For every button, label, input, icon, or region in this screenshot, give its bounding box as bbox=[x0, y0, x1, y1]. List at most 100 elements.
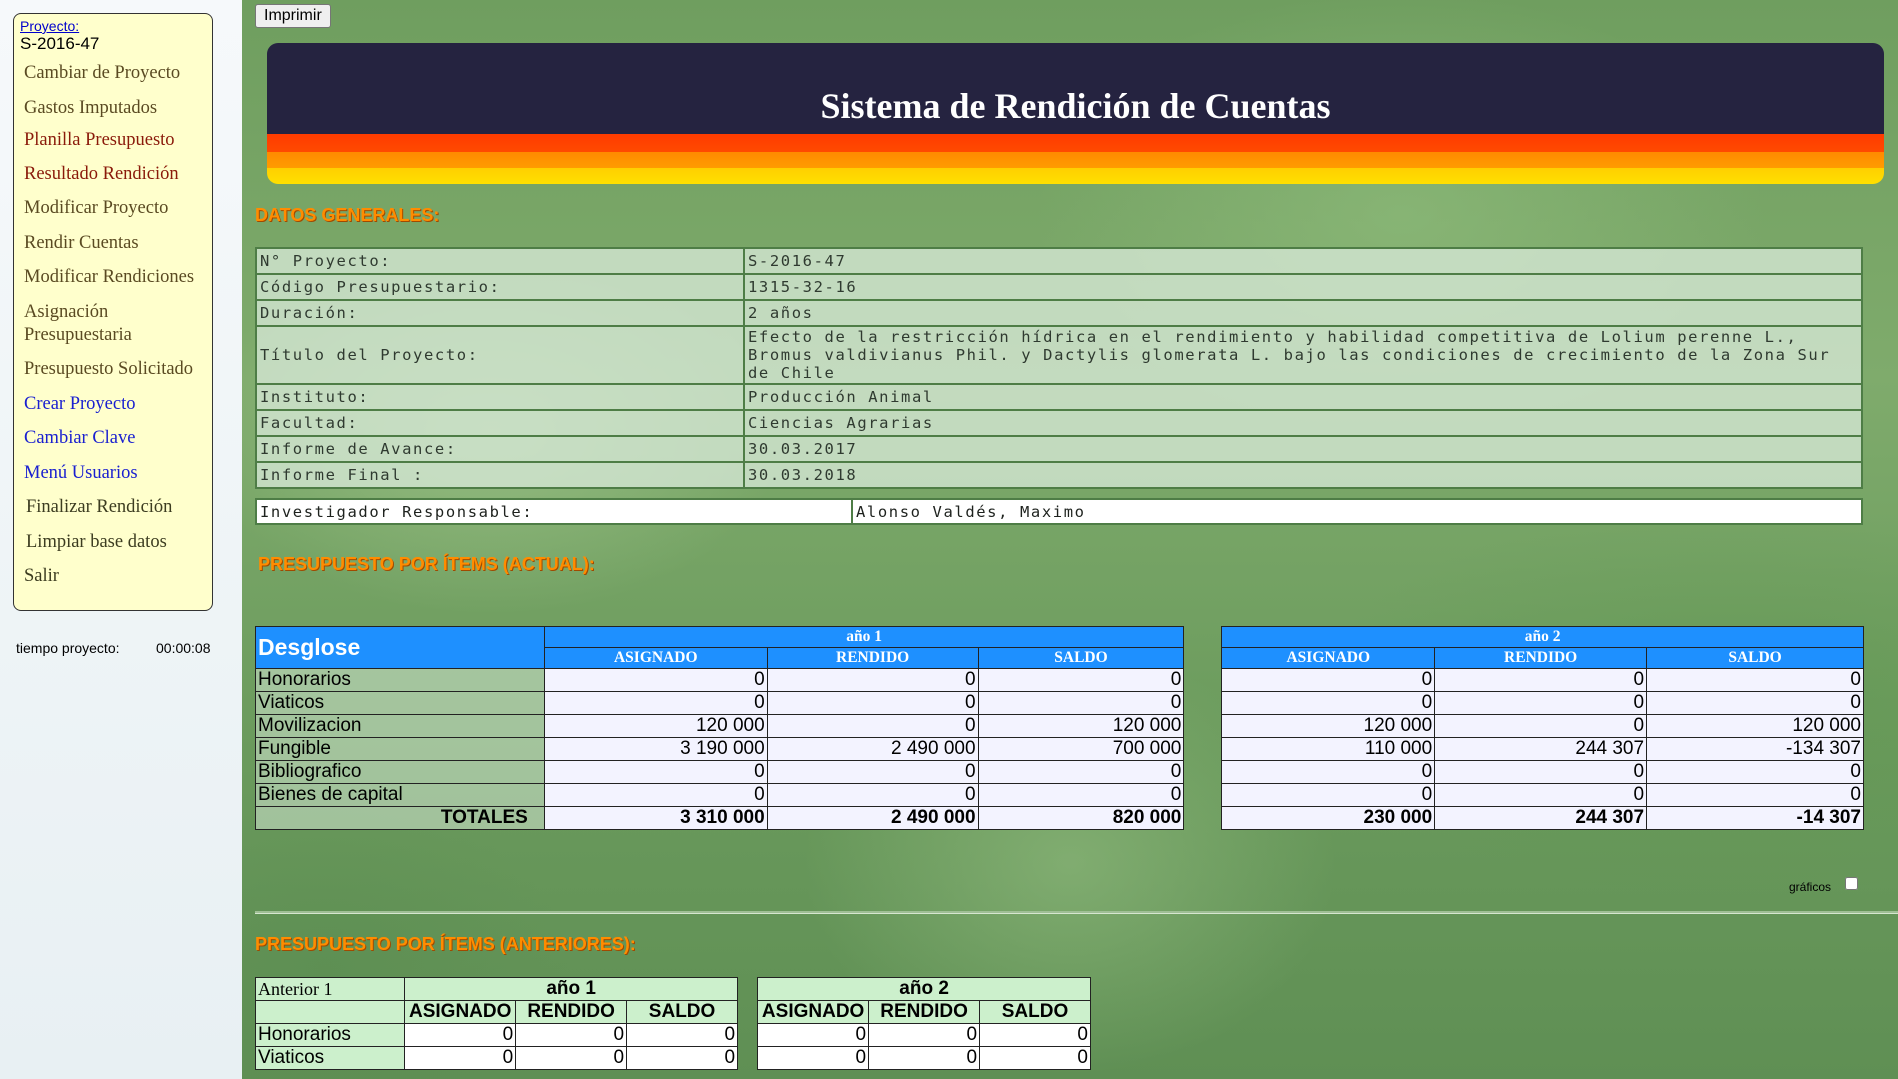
year2-header: año 2 bbox=[1221, 626, 1864, 648]
menu-modificar-rendiciones[interactable]: Modificar Rendiciones bbox=[24, 266, 208, 289]
y1-value-cell: 120 000 bbox=[543, 714, 768, 738]
y2-value-cell: 0 bbox=[1434, 783, 1648, 807]
datos-key: Código Presupuestario: bbox=[255, 273, 745, 301]
y1-value-cell: 0 bbox=[977, 783, 1185, 807]
column-gap bbox=[738, 1047, 758, 1070]
menu-planilla-presupuesto[interactable]: Planilla Presupuesto bbox=[24, 129, 208, 152]
y2-value-cell: 120 000 bbox=[1646, 714, 1864, 738]
menu-presupuesto-solicitado[interactable]: Presupuesto Solicitado bbox=[24, 358, 208, 381]
table-row: Código Presupuestario: 1315-32-16 bbox=[255, 273, 1863, 301]
item-label: TOTALES bbox=[255, 806, 545, 830]
project-link[interactable]: Proyecto: bbox=[20, 18, 208, 34]
menu-resultado-rendicion[interactable]: Resultado Rendición bbox=[24, 163, 208, 186]
table-row: Duración: 2 años bbox=[255, 299, 1863, 327]
y1-value-cell: 0 bbox=[543, 760, 768, 784]
item-label: Bibliografico bbox=[255, 760, 545, 784]
y2-rendido-header: RENDIDO bbox=[1434, 647, 1648, 669]
y2-value-cell: 244 307 bbox=[1434, 806, 1648, 830]
y2-value-cell: 244 307 bbox=[1434, 737, 1648, 761]
y1-value-cell: 0 bbox=[626, 1046, 739, 1070]
y1-value-cell: 820 000 bbox=[977, 806, 1185, 830]
investigador-label: Investigador Responsable: bbox=[255, 498, 853, 525]
menu-salir[interactable]: Salir bbox=[24, 565, 208, 588]
datos-value: 30.03.2018 bbox=[743, 461, 1863, 489]
timer-label: tiempo proyecto: bbox=[16, 640, 120, 656]
menu-usuarios[interactable]: Menú Usuarios bbox=[24, 462, 208, 485]
column-gap bbox=[1184, 669, 1222, 692]
table-row: Viaticos 0 0 0 0 0 0 bbox=[254, 1046, 1091, 1070]
investigador-table: Investigador Responsable: Alonso Valdés,… bbox=[255, 498, 1863, 525]
y2-value-cell: 0 bbox=[868, 1046, 981, 1070]
datos-value: Ciencias Agrarias bbox=[743, 409, 1863, 437]
item-label: Viaticos bbox=[255, 691, 545, 715]
menu-finalizar-rendicion[interactable]: Finalizar Rendición bbox=[26, 496, 208, 519]
menu-limpiar-base-datos[interactable]: Limpiar base datos bbox=[26, 531, 208, 554]
y1-value-cell: 0 bbox=[626, 1023, 739, 1047]
y1-value-cell: 0 bbox=[977, 760, 1185, 784]
y2-value-cell: 0 bbox=[757, 1023, 870, 1047]
y1-value-cell: 0 bbox=[977, 668, 1185, 692]
prev-year1-header: año 1 bbox=[404, 977, 739, 1001]
table-row: Bienes de capital 0 0 0 0 0 0 bbox=[255, 783, 1864, 807]
table-row: Instituto: Producción Animal bbox=[255, 383, 1863, 411]
item-label: Bienes de capital bbox=[255, 783, 545, 807]
y2-value-cell: 120 000 bbox=[1221, 714, 1436, 738]
item-label: Fungible bbox=[255, 737, 545, 761]
presupuesto-actual-table: Desglose año 1 año 2 ASIGNADO RENDIDO SA… bbox=[255, 626, 1864, 830]
current-project-code: S-2016-47 bbox=[20, 34, 100, 53]
prev-y2-saldo-header: SALDO bbox=[979, 1000, 1091, 1024]
datos-key: N° Proyecto: bbox=[255, 247, 745, 275]
y2-value-cell: 0 bbox=[979, 1023, 1091, 1047]
datos-key: Informe Final : bbox=[255, 461, 745, 489]
year1-header: año 1 bbox=[543, 626, 1185, 648]
datos-key: Informe de Avance: bbox=[255, 435, 745, 463]
menu-cambiar-clave[interactable]: Cambiar Clave bbox=[24, 427, 208, 450]
y1-value-cell: 0 bbox=[766, 783, 979, 807]
y2-value-cell: 0 bbox=[1646, 783, 1864, 807]
menu-cambiar-de-proyecto[interactable]: Cambiar de Proyecto bbox=[24, 62, 208, 85]
y1-value-cell: 0 bbox=[515, 1046, 628, 1070]
table-row: Título del Proyecto: Efecto de la restric… bbox=[255, 325, 1863, 385]
y1-value-cell: 120 000 bbox=[977, 714, 1185, 738]
section-title-presupuesto-anteriores: PRESUPUESTO POR ÍTEMS (ANTERIORES): bbox=[255, 934, 636, 954]
y1-value-cell: 0 bbox=[543, 668, 768, 692]
column-gap bbox=[738, 1024, 758, 1047]
main-content: Imprimir Sistema de Rendición de Cuentas… bbox=[242, 0, 1898, 1079]
datos-value: 30.03.2017 bbox=[743, 435, 1863, 463]
y2-value-cell: 0 bbox=[1221, 668, 1436, 692]
datos-value: 1315-32-16 bbox=[743, 273, 1863, 301]
table-row: Facultad: Ciencias Agrarias bbox=[255, 409, 1863, 437]
table-row: Fungible 3 190 000 2 490 000 700 000 110 000… bbox=[255, 737, 1864, 761]
menu-modificar-proyecto[interactable]: Modificar Proyecto bbox=[24, 197, 208, 220]
y2-value-cell: 0 bbox=[1434, 714, 1648, 738]
y1-value-cell: 0 bbox=[543, 783, 768, 807]
section-title-datos-generales: DATOS GENERALES: bbox=[255, 205, 440, 225]
y2-value-cell: -134 307 bbox=[1646, 737, 1864, 761]
desglose-header: Desglose bbox=[255, 626, 545, 669]
graficos-checkbox[interactable] bbox=[1845, 877, 1858, 890]
print-button[interactable]: Imprimir bbox=[255, 4, 331, 28]
y2-value-cell: 0 bbox=[1434, 760, 1648, 784]
table-row: Bibliografico 0 0 0 0 0 0 bbox=[255, 760, 1864, 784]
menu-crear-proyecto[interactable]: Crear Proyecto bbox=[24, 393, 208, 416]
table-row: Honorarios 0 0 0 0 0 0 bbox=[254, 1023, 1091, 1047]
y1-value-cell: 3 190 000 bbox=[543, 737, 768, 761]
graficos-label: gráficos bbox=[1789, 880, 1832, 894]
item-label: Honorarios bbox=[255, 668, 545, 692]
column-gap bbox=[1184, 692, 1222, 715]
menu-rendir-cuentas[interactable]: Rendir Cuentas bbox=[24, 232, 208, 255]
datos-value: 2 años bbox=[743, 299, 1863, 327]
menu-gastos-imputados[interactable]: Gastos Imputados bbox=[24, 97, 208, 120]
y1-value-cell: 0 bbox=[404, 1046, 517, 1070]
column-gap bbox=[1184, 761, 1222, 784]
column-gap bbox=[1184, 627, 1222, 669]
datos-value: Efecto de la restricción hídrica en el r… bbox=[743, 325, 1863, 385]
y1-value-cell: 0 bbox=[515, 1023, 628, 1047]
presupuesto-anteriores-table: Anterior 1 año 1 año 2 ASIGNADO RENDIDO … bbox=[254, 977, 1091, 1070]
prev-y2-asignado-header: ASIGNADO bbox=[757, 1000, 870, 1024]
y1-value-cell: 0 bbox=[404, 1023, 517, 1047]
investigador-value: Alonso Valdés, Maximo bbox=[851, 498, 1863, 525]
timer-value: 00:00:08 bbox=[156, 640, 211, 656]
menu-asignacion-presupuestaria[interactable]: Asignación Presupuestaria bbox=[24, 301, 184, 347]
y1-value-cell: 0 bbox=[977, 691, 1185, 715]
